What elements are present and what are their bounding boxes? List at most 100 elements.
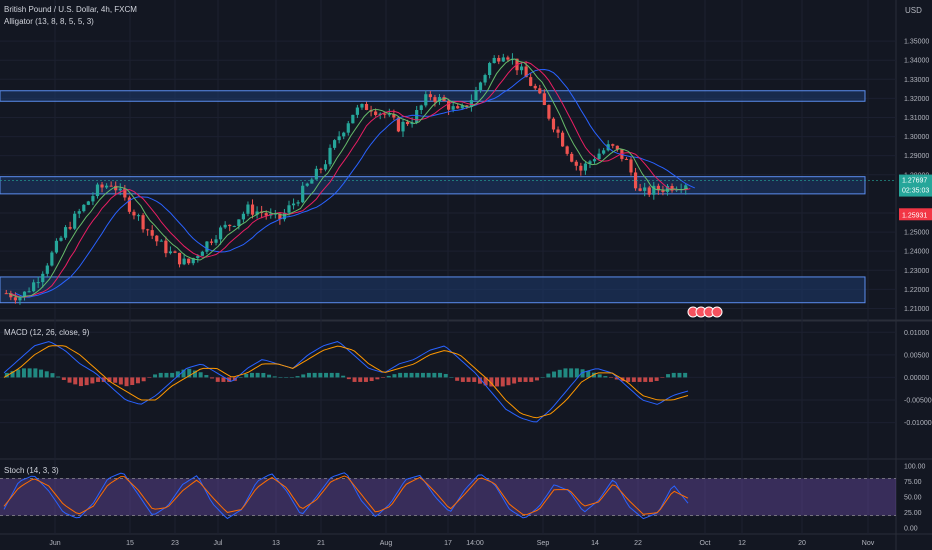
macd-histogram-bar <box>517 377 522 382</box>
time-axis-label: Oct <box>700 540 711 547</box>
candle-body <box>168 251 173 254</box>
macd-tick-label: 0.00000 <box>904 375 929 382</box>
price-tick-label: 1.30000 <box>904 134 929 141</box>
macd-histogram-bar <box>671 372 676 378</box>
price-tick-label: 1.23000 <box>904 268 929 275</box>
candle-body <box>150 230 154 236</box>
candle-body <box>63 227 68 238</box>
macd-histogram-bar <box>267 374 272 378</box>
candle-body <box>574 161 578 166</box>
price-tick-label: 1.29000 <box>904 153 929 160</box>
macd-histogram-bar <box>506 377 511 386</box>
last-price-value: 1.27697 <box>902 178 927 185</box>
macd-histogram-bar <box>677 372 682 378</box>
candle-body <box>492 57 496 64</box>
macd-histogram-bar <box>609 377 614 378</box>
macd-histogram-bar <box>643 377 648 382</box>
candle-body <box>483 75 487 83</box>
countdown-value: 02:35:03 <box>902 188 929 195</box>
time-axis-label: 13 <box>272 540 280 547</box>
candle-body <box>342 132 346 137</box>
macd-histogram-bar <box>597 374 602 378</box>
candle-body <box>146 229 150 231</box>
candle-body <box>209 241 214 243</box>
macd-histogram-bar <box>603 376 608 378</box>
candle-body <box>82 204 86 212</box>
candle-body <box>355 107 359 115</box>
candle-body <box>305 183 309 186</box>
macd-histogram-bar <box>569 368 574 378</box>
candle-body <box>542 93 546 106</box>
candle-body <box>447 100 451 110</box>
time-axis-label: 12 <box>738 540 746 547</box>
macd-histogram-bar <box>44 371 49 378</box>
candle-body <box>250 204 255 215</box>
candle-body <box>428 94 432 98</box>
macd-histogram-bar <box>420 372 425 378</box>
candle-body <box>223 224 227 228</box>
candle-body <box>551 118 556 130</box>
macd-histogram-bar <box>648 377 653 382</box>
macd-histogram-bar <box>33 368 38 378</box>
macd-histogram-bar <box>683 372 688 378</box>
stoch-legend[interactable]: Stoch (14, 3, 3) <box>4 466 59 475</box>
candle-body <box>323 164 328 170</box>
macd-histogram-bar <box>210 377 215 379</box>
macd-histogram-bar <box>164 372 169 378</box>
macd-histogram-bar <box>415 372 420 378</box>
price-tick-label: 1.25000 <box>904 230 929 237</box>
candle-body <box>592 159 597 162</box>
macd-histogram-bar <box>90 377 95 384</box>
candle-body <box>41 273 45 283</box>
stoch-tick-label: 50.00 <box>904 495 922 502</box>
macd-histogram-bar <box>50 373 55 378</box>
candle-body <box>579 165 583 171</box>
macd-legend[interactable]: MACD (12, 26, close, 9) <box>4 328 89 337</box>
candle-body <box>164 240 168 254</box>
candle-body <box>32 282 36 292</box>
macd-line <box>3 341 689 423</box>
chart-canvas[interactable]: 1.35000 1.34000 1.33000 1.32000 1.31000 1.300… <box>0 0 932 550</box>
macd-histogram-bar <box>534 377 539 381</box>
candle-body <box>405 121 410 125</box>
price-tick-label: 1.35000 <box>904 39 929 46</box>
candle-body <box>533 85 537 89</box>
macd-histogram-bar <box>352 377 357 382</box>
candle-body <box>86 201 90 205</box>
candle-body <box>287 205 291 213</box>
candle-body <box>611 144 615 146</box>
alligator-legend[interactable]: Alligator (13, 8, 8, 5, 5, 3) <box>4 17 94 26</box>
candle-body <box>77 211 81 214</box>
candle-body <box>538 88 542 94</box>
stoch-tick-label: 100.00 <box>904 464 926 471</box>
price-tick-label: 1.33000 <box>904 77 929 84</box>
macd-histogram-bar <box>426 372 431 378</box>
candle-body <box>155 235 159 242</box>
candle-body <box>529 77 533 86</box>
currency-label[interactable]: USD <box>905 6 922 15</box>
macd-histogram-bar <box>529 377 534 382</box>
candle-body <box>333 140 337 148</box>
macd-histogram-bar <box>449 377 454 378</box>
time-axis-label: Sep <box>537 540 550 547</box>
price-tick-label: 1.24000 <box>904 249 929 256</box>
candle-body <box>95 184 100 197</box>
candle-body <box>246 204 250 214</box>
macd-histogram-bar <box>466 377 471 382</box>
macd-histogram-bar <box>392 374 397 378</box>
macd-histogram-bar <box>512 377 517 384</box>
economic-event-marker <box>711 306 723 318</box>
macd-histogram-bar <box>557 369 562 378</box>
macd-histogram-bar <box>147 377 152 378</box>
stoch-tick-label: 25.00 <box>904 510 922 517</box>
macd-histogram-bar <box>198 372 203 378</box>
candle-body <box>497 57 501 62</box>
candle-body <box>118 188 122 191</box>
macd-histogram-bar <box>666 374 671 378</box>
macd-histogram-bar <box>118 377 123 385</box>
candle-body <box>200 251 204 256</box>
time-axis-label: 23 <box>171 540 179 547</box>
time-axis-label: 21 <box>317 540 325 547</box>
macd-histogram-bar <box>523 377 528 382</box>
time-axis-label: Nov <box>862 540 875 547</box>
